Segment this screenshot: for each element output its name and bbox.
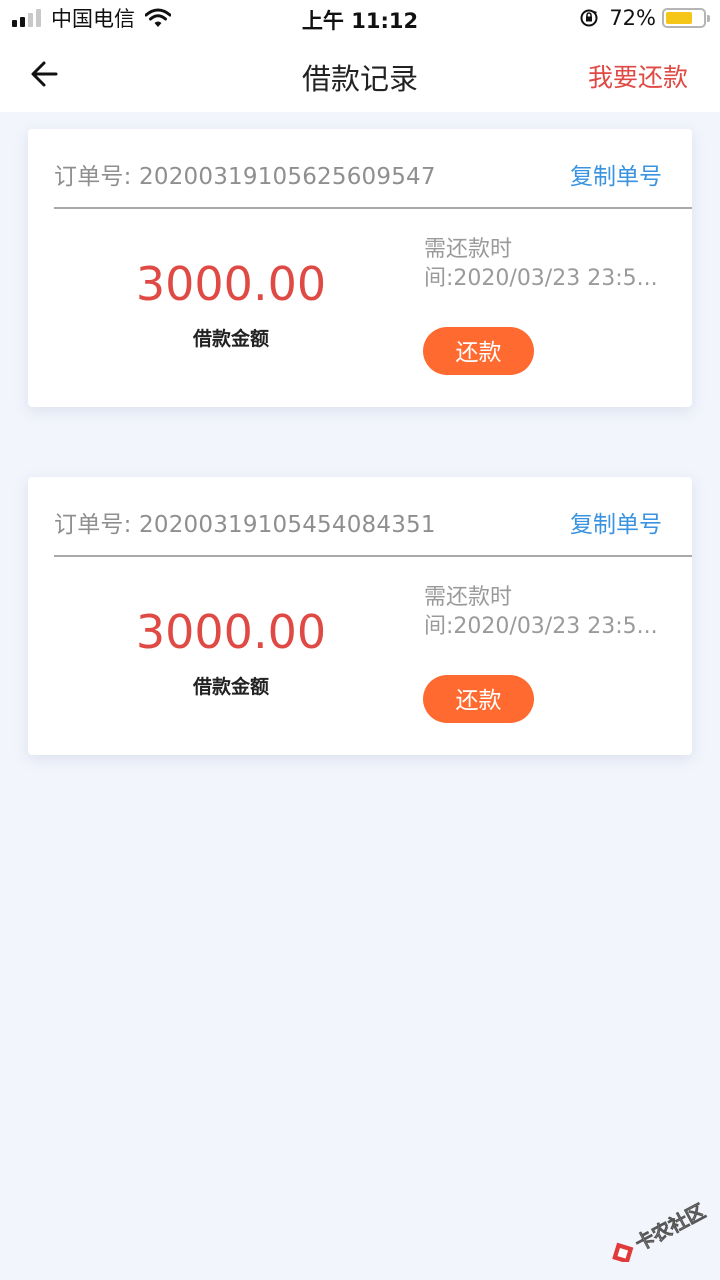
due-time-line1: 需还款时 — [424, 585, 513, 610]
battery-icon — [662, 8, 710, 28]
repay-button[interactable]: 还款 — [423, 327, 534, 375]
divider — [54, 207, 692, 209]
order-number: 订单号: 20200319105625609547 — [54, 164, 436, 190]
due-time-line2: 间:2020/03/23 23:5... — [424, 614, 658, 639]
loan-amount-label: 借款金额 — [192, 328, 269, 350]
divider — [54, 555, 692, 557]
repay-button[interactable]: 还款 — [423, 675, 534, 723]
due-time-line2: 间:2020/03/23 23:5... — [424, 266, 658, 291]
svg-text:卡农社区: 卡农社区 — [631, 1199, 709, 1255]
nav-bar: 借款记录 我要还款 — [0, 36, 720, 112]
loan-amount-label: 借款金额 — [192, 676, 269, 698]
order-row: 订单号: 20200319105454084351 复制单号 — [54, 505, 662, 539]
battery-percent: 72% — [609, 6, 656, 30]
loan-record-card: 订单号: 20200319105454084351 复制单号 3000.00 借… — [28, 477, 692, 755]
status-bar: 中国电信 上午 11:12 72% — [0, 0, 720, 36]
loan-amount: 3000.00 — [135, 257, 327, 311]
loan-record-card: 订单号: 20200319105625609547 复制单号 3000.00 借… — [28, 129, 692, 407]
repay-now-link[interactable]: 我要还款 — [588, 58, 688, 94]
battery-fill — [666, 12, 692, 24]
order-number: 订单号: 20200319105454084351 — [54, 512, 436, 538]
copy-order-button[interactable]: 复制单号 — [570, 157, 662, 191]
order-row: 订单号: 20200319105625609547 复制单号 — [54, 157, 662, 191]
due-time: 需还款时 间:2020/03/23 23:5... — [424, 235, 674, 293]
status-right: 72% — [579, 6, 710, 30]
loan-amount: 3000.00 — [135, 605, 327, 659]
rotation-lock-icon — [580, 9, 598, 27]
due-time-line1: 需还款时 — [424, 237, 513, 262]
due-time: 需还款时 间:2020/03/23 23:5... — [424, 583, 674, 641]
watermark-logo: 卡农社区 — [612, 1199, 709, 1262]
copy-order-button[interactable]: 复制单号 — [570, 505, 662, 539]
